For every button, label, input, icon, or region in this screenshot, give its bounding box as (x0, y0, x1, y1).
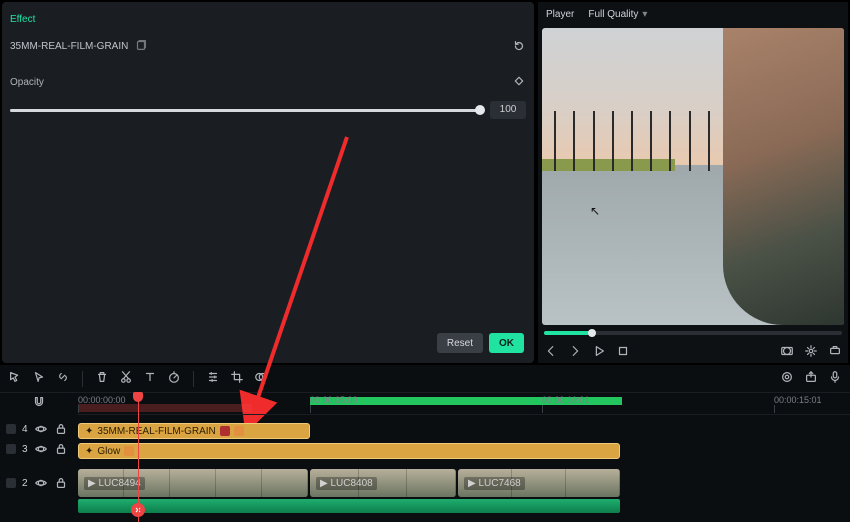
clip-label: 35MM-REAL-FILM-GRAIN (97, 426, 215, 437)
mask-tool-icon[interactable] (254, 370, 268, 387)
playhead[interactable] (138, 393, 139, 522)
play-button[interactable] (592, 344, 606, 358)
face-badge-icon (234, 426, 244, 436)
preview-viewport[interactable]: ↖ (542, 28, 844, 325)
ruler-label: 00:00:00:00 (78, 395, 126, 405)
text-tool-icon[interactable] (143, 370, 157, 387)
prev-frame-button[interactable] (544, 344, 558, 358)
keyframe-icon[interactable] (512, 74, 526, 91)
clip-video-3[interactable]: ▶ LUC7468 (458, 469, 620, 497)
cut-tool-icon[interactable] (119, 370, 133, 387)
in-out-range (78, 404, 252, 412)
opacity-value[interactable]: 100 (490, 101, 526, 119)
video-track[interactable]: ▶ LUC8494 ▶ LUC8408 ▶ LUC7468 (78, 467, 850, 503)
grain-badge-icon (220, 426, 230, 436)
clip-video-1[interactable]: ▶ LUC8494 (78, 469, 308, 497)
adjust-tool-icon[interactable] (206, 370, 220, 387)
record-button-icon[interactable] (780, 370, 794, 387)
glow-badge-icon (124, 446, 134, 456)
opacity-slider[interactable] (10, 109, 480, 112)
clip-glow[interactable]: ✦ Glow (78, 443, 620, 459)
track-number: 3 (22, 444, 28, 455)
snapshot-button[interactable] (780, 344, 794, 358)
track-headers: 4 3 2 (0, 393, 78, 522)
crop-tool-icon[interactable] (230, 370, 244, 387)
player-progress[interactable] (544, 331, 842, 335)
track-number: 2 (22, 478, 28, 489)
delete-tool-icon[interactable] (95, 370, 109, 387)
lock-icon[interactable] (54, 476, 68, 490)
timeline-body[interactable]: 00:00:00:00 00:00:05:00 00:00:10:01 00:00:1… (78, 393, 850, 522)
magnet-snap-icon[interactable] (32, 395, 46, 412)
ruler-label: 00:00:15:01 (774, 395, 822, 405)
mic-button-icon[interactable] (828, 370, 842, 387)
audio-waveform[interactable] (78, 499, 620, 513)
link-tool-icon[interactable] (56, 370, 70, 387)
mouse-cursor: ↖ (590, 204, 600, 218)
fx-icon: ✦ (85, 446, 93, 457)
track-head-3[interactable]: 3 (0, 439, 78, 459)
fx-track-2[interactable]: ✦ Glow (78, 441, 850, 461)
visibility-icon[interactable] (34, 476, 48, 490)
next-frame-button[interactable] (568, 344, 582, 358)
player-title: Player (546, 9, 574, 20)
tab-effect[interactable]: Effect (10, 14, 35, 25)
lock-icon[interactable] (54, 442, 68, 456)
ruler-label: 00:00:05:00 (310, 395, 358, 405)
ruler-label: 00:00:10:01 (542, 395, 590, 405)
reset-button[interactable]: Reset (437, 333, 483, 353)
clip-label: Glow (97, 446, 120, 457)
deliver-icon[interactable] (828, 344, 842, 358)
preview-image (542, 28, 844, 325)
panel-reset-icon[interactable] (512, 39, 526, 53)
lock-icon[interactable] (54, 422, 68, 436)
track-number: 4 (22, 424, 28, 435)
clip-film-grain[interactable]: ✦ 35MM-REAL-FILM-GRAIN (78, 423, 310, 439)
opacity-label: Opacity (10, 77, 44, 88)
effect-panel: Effect 35MM-REAL-FILM-GRAIN Opacity (2, 2, 534, 363)
stop-button[interactable] (616, 344, 630, 358)
clip-video-2[interactable]: ▶ LUC8408 (310, 469, 456, 497)
visibility-icon[interactable] (34, 422, 48, 436)
effect-name: 35MM-REAL-FILM-GRAIN (10, 41, 128, 52)
timeline-ruler[interactable]: 00:00:00:00 00:00:05:00 00:00:10:01 00:00:1… (78, 393, 850, 415)
timeline-toolbar (0, 365, 850, 393)
fx-track-1[interactable]: ✦ 35MM-REAL-FILM-GRAIN (78, 421, 850, 441)
export-button-icon[interactable] (804, 370, 818, 387)
clip-label: LUC8494 (98, 478, 140, 489)
settings-icon[interactable] (804, 344, 818, 358)
ok-button[interactable]: OK (489, 333, 524, 353)
clip-label: LUC8408 (330, 478, 372, 489)
quality-dropdown[interactable]: Full Quality▾ (588, 9, 647, 20)
track-head-2[interactable]: 2 (0, 465, 78, 501)
pointer-tool-icon[interactable] (32, 370, 46, 387)
speed-tool-icon[interactable] (167, 370, 181, 387)
player-panel: Player Full Quality▾ ↖ (538, 2, 848, 363)
fx-icon: ✦ (85, 426, 93, 437)
copy-icon[interactable] (134, 38, 148, 55)
selection-tool-icon[interactable] (8, 370, 22, 387)
clip-label: LUC7468 (478, 478, 520, 489)
track-head-4[interactable]: 4 (0, 419, 78, 439)
visibility-icon[interactable] (34, 442, 48, 456)
timeline-area: 4 3 2 (0, 365, 850, 522)
